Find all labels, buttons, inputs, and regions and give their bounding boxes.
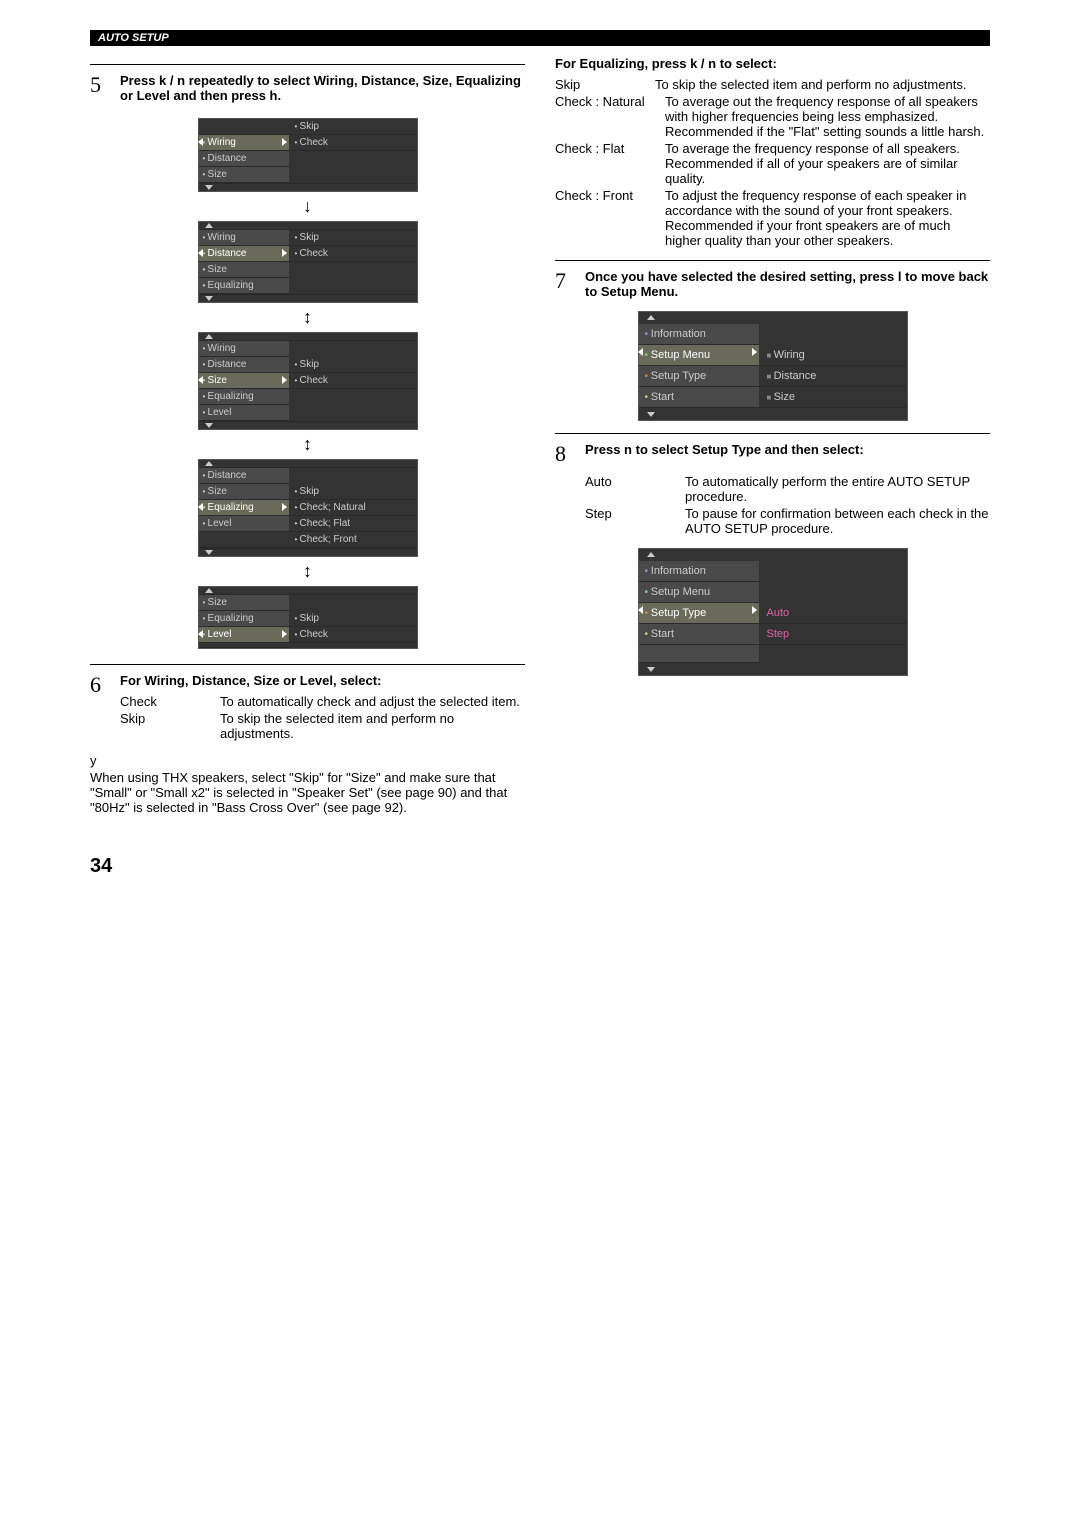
equalizing-heading: For Equalizing, press k / n to select: <box>555 56 990 71</box>
step-heading: For Wiring, Distance, Size or Level, sel… <box>120 673 525 688</box>
step-5: 5 Press k / n repeatedly to select Wirin… <box>90 73 525 103</box>
note-text: When using THX speakers, select "Skip" f… <box>90 770 525 815</box>
step-number: 7 <box>555 269 585 299</box>
page-number: 34 <box>90 855 525 878</box>
section-header: AUTO SETUP <box>90 30 990 46</box>
step-text: Press n to select Setup Type and then se… <box>585 442 990 466</box>
step-number: 8 <box>555 442 585 466</box>
step-number: 5 <box>90 73 120 103</box>
updown-arrow-icon: ↕ <box>303 561 312 582</box>
updown-arrow-icon: ↕ <box>303 307 312 328</box>
step-7: 7 Once you have selected the desired set… <box>555 269 990 299</box>
menu-screen-1: Skip WiringCheck Distance Size <box>198 118 418 192</box>
menu-sequence: Skip WiringCheck Distance Size ↓ WiringS… <box>90 118 525 649</box>
updown-arrow-icon: ↕ <box>303 434 312 455</box>
step-text: Press k / n repeatedly to select Wiring,… <box>120 73 525 103</box>
step-number: 6 <box>90 673 120 743</box>
menu-screen-5: Size EqualizingSkip LevelCheck <box>198 586 418 649</box>
step-text: Once you have selected the desired setti… <box>585 269 990 299</box>
menu-screen-2: WiringSkip DistanceCheck Size Equalizing <box>198 221 418 303</box>
setup-menu-screen-1: Information Setup MenuWiring Setup TypeD… <box>638 311 908 421</box>
note-symbol: y <box>90 753 525 768</box>
menu-screen-4: Distance SizeSkip EqualizingCheck; Natur… <box>198 459 418 557</box>
setup-menu-screen-2: Information Setup Menu Setup TypeAuto St… <box>638 548 908 676</box>
down-arrow-icon: ↓ <box>303 196 312 217</box>
step-8: 8 Press n to select Setup Type and then … <box>555 442 990 466</box>
menu-screen-3: Wiring DistanceSkip SizeCheck Equalizing… <box>198 332 418 430</box>
step-6: 6 For Wiring, Distance, Size or Level, s… <box>90 673 525 743</box>
